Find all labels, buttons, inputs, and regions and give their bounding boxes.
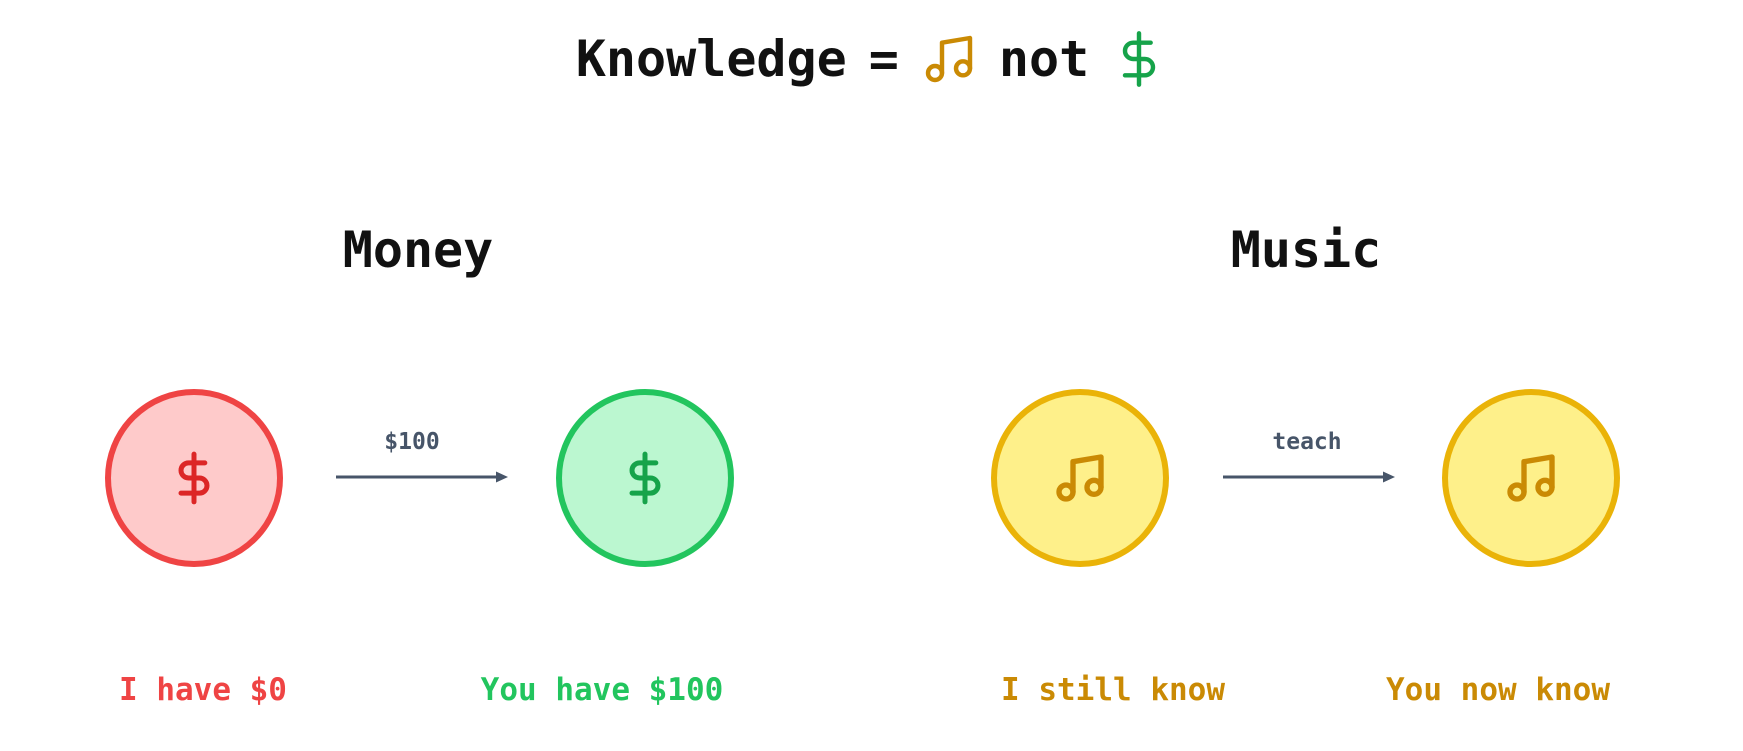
your-music-caption: You now know	[1386, 672, 1610, 708]
money-transfer-label: $100	[384, 429, 440, 455]
my-money-caption: I have $0	[119, 672, 287, 708]
title-equals: =	[868, 30, 899, 88]
music-heading: Music	[1230, 221, 1382, 279]
music-transfer-arrow	[1223, 467, 1395, 487]
music-note-icon	[1503, 450, 1559, 506]
music-note-icon	[921, 31, 977, 87]
your-money-node	[556, 389, 734, 567]
dollar-icon	[168, 447, 220, 509]
title-word: Knowledge	[575, 30, 847, 88]
my-music-caption: I still know	[1001, 672, 1225, 708]
your-money-caption: You have $100	[480, 672, 724, 708]
money-heading: Money	[342, 221, 494, 279]
dollar-icon	[1111, 31, 1167, 87]
dollar-icon	[619, 447, 671, 509]
music-transfer-label: teach	[1272, 429, 1342, 455]
music-note-icon	[1052, 450, 1108, 506]
diagram-title: Knowledge = not	[0, 28, 1743, 90]
my-music-node	[991, 389, 1169, 567]
money-transfer-arrow	[336, 467, 508, 487]
your-music-node	[1442, 389, 1620, 567]
title-connector: not	[998, 30, 1090, 88]
my-money-node	[105, 389, 283, 567]
